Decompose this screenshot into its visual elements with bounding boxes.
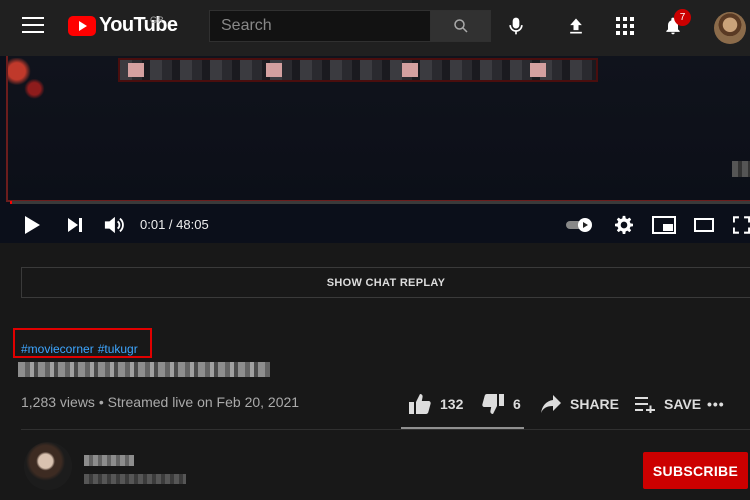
search-input[interactable] — [209, 10, 431, 42]
youtube-play-logo-icon — [68, 15, 96, 36]
create-upload-button[interactable] — [564, 14, 588, 38]
like-count: 132 — [440, 396, 464, 412]
account-avatar[interactable] — [714, 12, 746, 44]
video-player[interactable]: 0:01 / 48:05 — [0, 56, 750, 243]
microphone-icon — [509, 17, 523, 35]
section-divider — [21, 429, 750, 430]
apps-grid-icon — [616, 17, 634, 35]
search-box — [209, 10, 491, 42]
add-to-playlist-icon — [635, 397, 655, 413]
settings-gear-icon — [615, 215, 633, 234]
miniplayer-button[interactable] — [652, 214, 676, 236]
channel-name-pixelated — [84, 455, 134, 466]
autoplay-toggle-icon — [566, 218, 592, 232]
region-code: GR — [150, 15, 164, 25]
subscribe-button[interactable]: SUBSCRIBE — [643, 452, 748, 489]
upload-icon — [570, 18, 582, 34]
mute-button[interactable] — [102, 214, 126, 236]
more-actions-button[interactable]: ••• — [707, 393, 725, 415]
video-frame — [6, 56, 750, 202]
search-button[interactable] — [431, 10, 491, 42]
hashtag-link[interactable]: #tukugr — [98, 342, 138, 356]
time-display: 0:01 / 48:05 — [140, 217, 209, 232]
save-label: SAVE — [664, 396, 702, 412]
player-controls: 0:01 / 48:05 — [0, 208, 750, 242]
dislike-count: 6 — [513, 396, 521, 412]
progress-bar[interactable] — [10, 201, 750, 204]
show-chat-replay-button[interactable]: SHOW CHAT REPLAY — [21, 267, 750, 298]
video-title-pixelated — [18, 362, 270, 377]
more-horizontal-icon: ••• — [707, 396, 725, 412]
video-graphic — [8, 58, 52, 102]
settings-button[interactable] — [613, 214, 635, 236]
thumbs-down-icon — [482, 394, 504, 414]
theater-mode-button[interactable] — [692, 214, 716, 236]
dislike-button[interactable]: 6 — [481, 393, 521, 415]
share-button[interactable]: SHARE — [540, 393, 619, 415]
logo-text: YouTube — [99, 14, 178, 36]
channel-avatar[interactable] — [24, 442, 72, 490]
menu-icon[interactable] — [22, 17, 44, 35]
hashtag-link[interactable]: #moviecorner — [21, 342, 94, 356]
next-button[interactable] — [64, 214, 86, 236]
video-actions: 132 6 SHARE SAVE ••• — [0, 393, 750, 415]
save-button[interactable]: SAVE — [634, 393, 701, 415]
fullscreen-button[interactable] — [733, 214, 750, 236]
play-icon — [25, 216, 40, 234]
subscriber-count-pixelated — [84, 474, 186, 484]
share-icon — [541, 395, 561, 413]
notifications-button[interactable]: 7 — [661, 9, 691, 38]
voice-search-button[interactable] — [504, 14, 528, 38]
youtube-logo[interactable]: YouTube GR — [68, 14, 178, 37]
volume-icon — [104, 216, 124, 234]
theater-mode-icon — [694, 218, 714, 232]
masthead: YouTube GR 7 — [0, 0, 750, 56]
play-button[interactable] — [20, 214, 44, 236]
thumbs-up-icon — [409, 394, 431, 414]
hashtag-list: #moviecorner #tukugr — [21, 342, 138, 356]
like-button[interactable]: 132 — [408, 393, 463, 415]
pixelated-graphic — [732, 161, 750, 177]
pixelated-banner — [118, 58, 598, 82]
next-icon — [68, 218, 82, 232]
apps-button[interactable] — [613, 14, 637, 38]
notification-count-badge: 7 — [674, 9, 691, 26]
search-icon — [453, 19, 468, 33]
fullscreen-icon — [733, 216, 750, 234]
progress-fill — [10, 201, 12, 204]
share-label: SHARE — [570, 396, 620, 412]
autoplay-toggle[interactable] — [564, 214, 596, 236]
miniplayer-icon — [652, 216, 676, 234]
